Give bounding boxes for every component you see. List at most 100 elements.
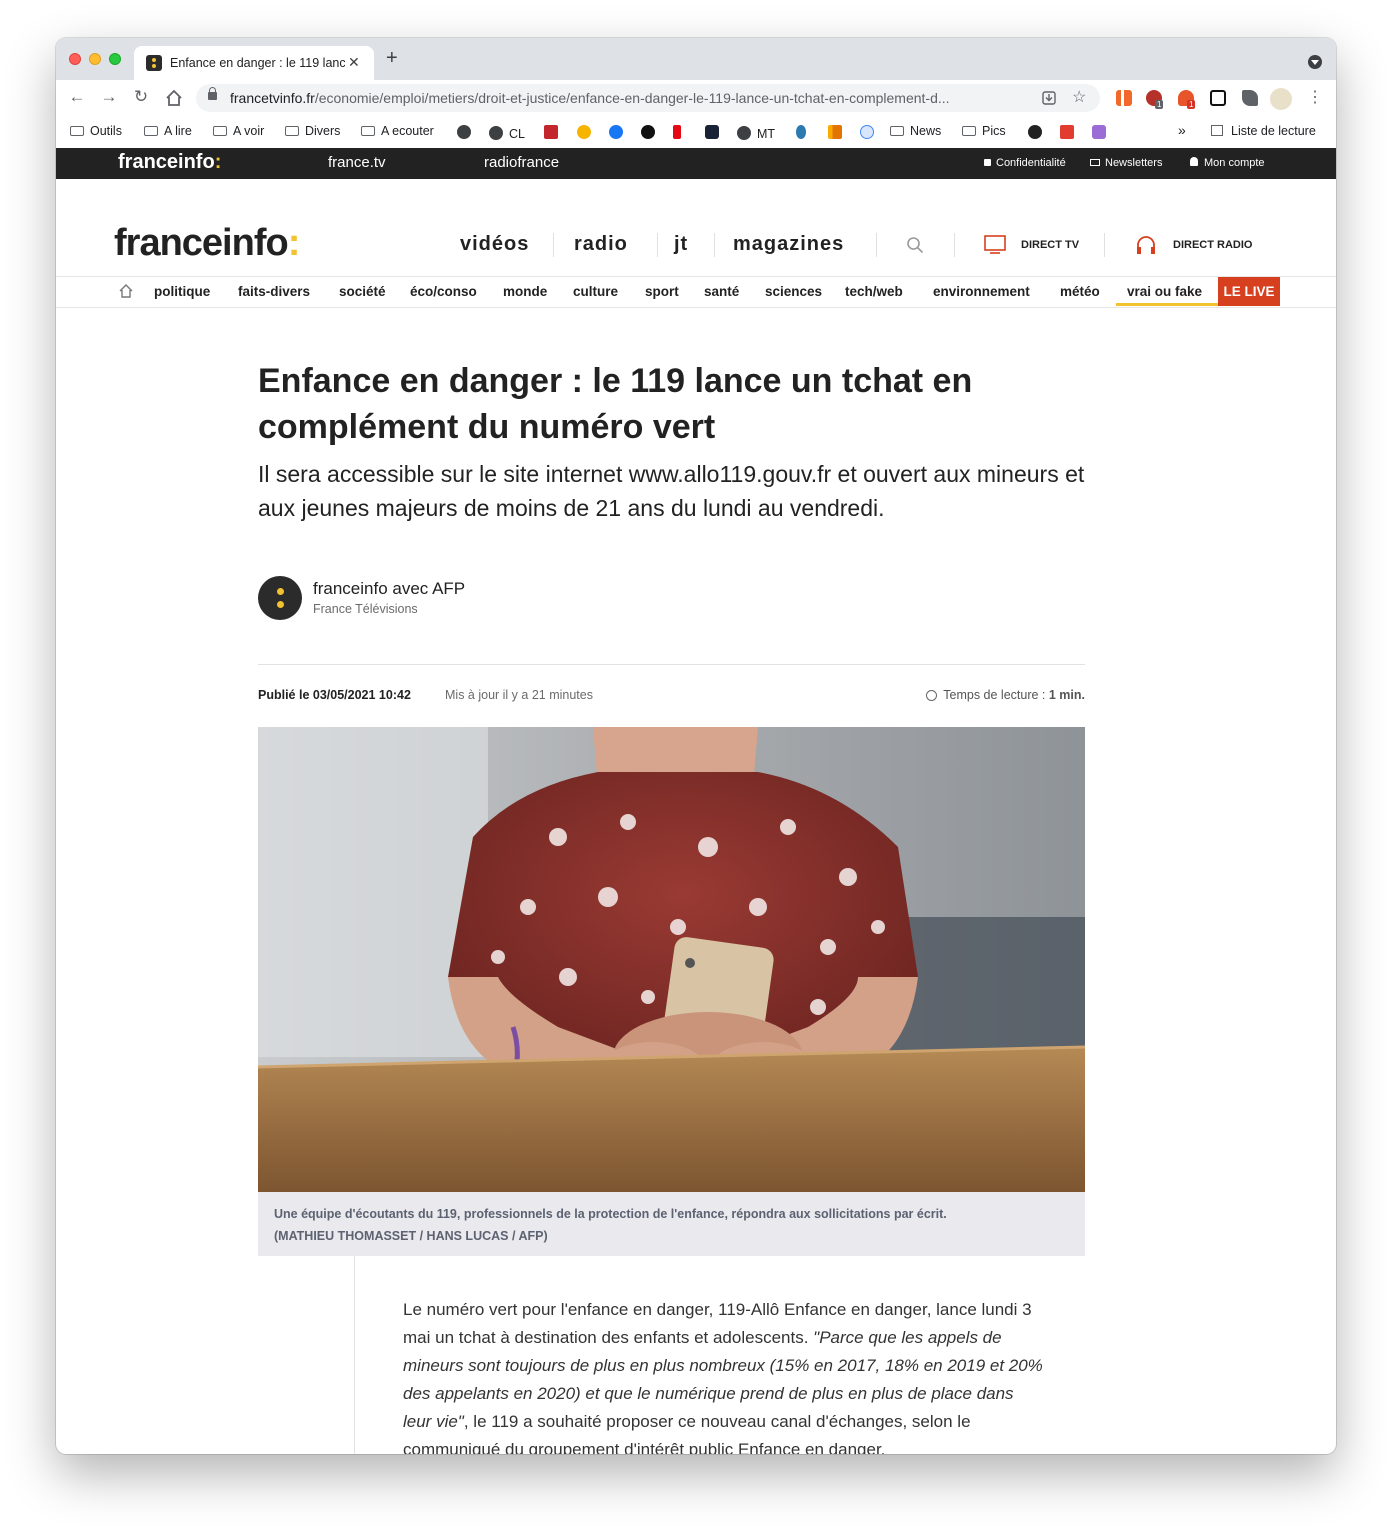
mail-icon [1090, 159, 1100, 166]
browser-menu-icon[interactable]: ⋮ [1304, 87, 1326, 107]
category-societe[interactable]: société [339, 284, 386, 299]
nav-divider [657, 233, 658, 257]
browser-toolbar: ← → ↻ francetvinfo.fr/economie/emploi/me… [56, 80, 1336, 116]
reading-list-button[interactable]: Liste de lecture [1211, 124, 1316, 138]
lock-icon [984, 159, 991, 166]
zoom-window-button[interactable] [109, 53, 121, 65]
bookmark-folder[interactable]: Pics [962, 124, 1006, 138]
category-environnement[interactable]: environnement [933, 284, 1030, 299]
category-sport[interactable]: sport [645, 284, 679, 299]
updated-date: Mis à jour il y a 21 minutes [445, 688, 593, 702]
forward-arrow-icon[interactable]: → [98, 87, 120, 107]
category-monde[interactable]: monde [503, 284, 547, 299]
tab-search-icon[interactable] [1308, 55, 1322, 69]
author-avatar[interactable] [258, 576, 302, 620]
address-bar[interactable]: francetvinfo.fr/economie/emploi/metiers/… [196, 84, 1100, 112]
nav-videos[interactable]: vidéos [460, 233, 529, 256]
meta-divider [258, 664, 1085, 665]
bookmark-folder[interactable]: A ecouter [361, 124, 434, 138]
photo-caption: Une équipe d'écoutants du 119, professio… [274, 1203, 1064, 1247]
le-live-button[interactable]: LE LIVE [1218, 277, 1280, 306]
article-subhead: Il sera accessible sur le site internet … [258, 461, 1085, 521]
bookmark-link[interactable]: CL [489, 124, 525, 141]
extensions-puzzle-icon[interactable] [1242, 90, 1258, 106]
folder-icon [144, 126, 158, 136]
category-vrai-ou-fake[interactable]: vrai ou fake [1127, 284, 1202, 299]
minimize-window-button[interactable] [89, 53, 101, 65]
category-eco-conso[interactable]: éco/conso [410, 284, 477, 299]
headphones-icon [1137, 236, 1155, 254]
home-icon[interactable] [165, 89, 183, 107]
category-politique[interactable]: politique [154, 284, 210, 299]
folder-icon [962, 126, 976, 136]
analytics-icon[interactable] [828, 125, 842, 139]
bookmarks-overflow-button[interactable]: » [1178, 122, 1186, 138]
home-icon[interactable] [119, 284, 133, 298]
francetv-link[interactable]: france.tv [328, 154, 386, 171]
browser-tab-active[interactable]: Enfance en danger : le 119 lance un tcha… [134, 46, 374, 80]
new-tab-button[interactable]: + [386, 48, 398, 68]
netflix-icon[interactable] [673, 125, 681, 139]
category-sciences[interactable]: sciences [765, 284, 822, 299]
direct-radio-link[interactable]: DIRECT RADIO [1173, 239, 1252, 251]
franceinfo-favicon-icon [146, 55, 162, 71]
pix-icon[interactable] [544, 125, 558, 139]
notification-badge: 1 [1187, 100, 1196, 109]
bookmark-folder[interactable]: A voir [213, 124, 264, 138]
bookmark-folder[interactable]: Divers [285, 124, 340, 138]
nav-magazines[interactable]: magazines [733, 233, 844, 256]
folder-icon [70, 126, 84, 136]
loading-icon[interactable] [796, 125, 806, 139]
bookmark-folder[interactable]: Outils [70, 124, 122, 138]
back-arrow-icon[interactable]: ← [66, 87, 88, 107]
close-window-button[interactable] [69, 53, 81, 65]
bookmark-star-icon[interactable]: ☆ [1072, 87, 1086, 107]
reload-icon[interactable]: ↻ [130, 87, 152, 107]
folder-icon [361, 126, 375, 136]
tab-strip: Enfance en danger : le 119 lance un tcha… [56, 38, 1336, 80]
author-name[interactable]: franceinfo avec AFP [313, 579, 465, 599]
franceinfo-network-link[interactable]: franceinfo: [118, 151, 221, 174]
url-text[interactable]: francetvinfo.fr/economie/emploi/metiers/… [230, 90, 1030, 106]
category-tech-web[interactable]: tech/web [845, 284, 903, 299]
nav-jt[interactable]: jt [674, 233, 688, 256]
globe-icon[interactable] [457, 125, 471, 139]
user-icon [1190, 157, 1198, 166]
install-icon[interactable] [1042, 91, 1056, 105]
app-icon[interactable] [705, 125, 719, 139]
account-link[interactable]: Mon compte [1190, 157, 1265, 169]
folder-icon [285, 126, 299, 136]
app-purple-icon[interactable] [1092, 125, 1106, 139]
search-icon[interactable] [906, 236, 924, 254]
bookmark-link[interactable]: MT [737, 124, 775, 141]
radiofrance-link[interactable]: radiofrance [484, 154, 559, 171]
extension-badge: 1 [1155, 100, 1164, 109]
photo-credit: (MATHIEU THOMASSET / HANS LUCAS / AFP) [274, 1229, 548, 1243]
onepassword-icon[interactable] [860, 125, 874, 139]
direct-tv-link[interactable]: DIRECT TV [1021, 239, 1079, 251]
flipboard-icon[interactable] [1060, 125, 1074, 139]
sun-icon[interactable] [577, 125, 591, 139]
newsletters-link[interactable]: Newsletters [1090, 157, 1162, 169]
category-meteo[interactable]: météo [1060, 284, 1100, 299]
nav-radio[interactable]: radio [574, 233, 628, 256]
article-photo[interactable] [258, 727, 1085, 1192]
notion-extension-icon[interactable] [1210, 90, 1226, 106]
dark-circle-icon[interactable] [1028, 125, 1042, 139]
tab-close-icon[interactable]: ✕ [348, 54, 360, 71]
franceinfo-logo[interactable]: franceinfo: [114, 222, 300, 265]
article-image [258, 727, 1085, 1192]
tv-icon [984, 235, 1006, 254]
bookmarks-bar: Outils A lire A voir Divers A ecouter CL… [56, 116, 1336, 148]
category-culture[interactable]: culture [573, 284, 618, 299]
profile-avatar[interactable] [1270, 88, 1292, 110]
privacy-link[interactable]: Confidentialité [984, 157, 1066, 169]
bookmark-folder[interactable]: A lire [144, 124, 192, 138]
bookmark-folder[interactable]: News [890, 124, 941, 138]
category-faits-divers[interactable]: faits-divers [238, 284, 310, 299]
github-icon[interactable] [641, 125, 655, 139]
extension-orange-icon[interactable] [1116, 90, 1132, 106]
nav-divider [553, 233, 554, 257]
facebook-icon[interactable] [609, 125, 623, 139]
category-sante[interactable]: santé [704, 284, 739, 299]
